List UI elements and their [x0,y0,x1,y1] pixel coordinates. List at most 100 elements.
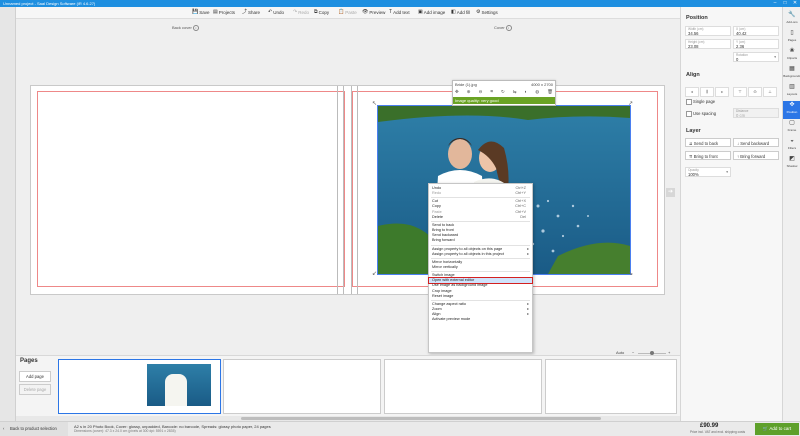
menu-item-label: Assign property to all objects in this p… [432,251,504,256]
redo-button[interactable]: ↷ Redo [293,9,309,16]
single-page-checkbox[interactable] [686,99,692,105]
spine-line [337,86,338,294]
menu-item-mirror-vertically[interactable]: Mirror vertically [429,265,532,270]
use-spacing-checkbox[interactable] [686,111,692,117]
toolbar-label: Add fill [456,10,471,15]
zoom-out-button[interactable]: − [632,350,634,355]
close-window-button[interactable]: ✕ [790,0,800,7]
menu-item-reset-image[interactable]: Reset image [429,294,532,299]
rail-item-add-ons[interactable]: 🔧 Add-ons [783,11,800,29]
menu-item-label: Delete [432,214,443,219]
bring-forward-button[interactable]: ↑ Bring forward [733,151,779,160]
maximize-button[interactable]: □ [780,0,790,7]
projects-button[interactable]: ▤ Projects [213,9,235,16]
add-to-cart-button[interactable]: 🛒 Add to cart [755,423,799,435]
settings-button[interactable]: ⚙ Settings [476,9,498,16]
menu-item-label: Mirror vertically [432,264,458,269]
rail-item-shadow[interactable]: ◩ Shadow [783,155,800,173]
save-button[interactable]: 💾 Save [192,9,210,16]
resize-handle-bottom-left[interactable]: ↙ [372,270,377,277]
delete-icon[interactable]: 🗑 [547,89,553,96]
distance-value: 0 cm [736,112,746,118]
page-thumbnail[interactable]: Page 5 | 6 [545,359,677,420]
zoom-in-icon[interactable]: ⊕ [467,89,471,96]
undo-button[interactable]: ↶ Undo [268,9,284,16]
menu-item-label: Redo [432,191,442,196]
rail-item-pages[interactable]: ▯ Pages [783,29,800,47]
rail-item-frame[interactable]: ▢ Frame [783,119,800,137]
zoom-in-button[interactable]: + [668,350,670,355]
add-page-button[interactable]: Add page [19,371,51,382]
rail-item-cliparts[interactable]: ❀ Cliparts [783,47,800,65]
add-image-button[interactable]: ▣ Add image [418,9,445,16]
image-tool-icons: ✥ ⊕ ⊖ ⌗ ↻ ⇋ ◐ ◍ 🗑 [455,89,553,96]
minimize-button[interactable]: – [770,0,780,7]
share-button[interactable]: ⤴ Share [242,9,260,16]
back-arrow-icon: ‹ [3,426,5,431]
height-field[interactable]: Height (cm) 23.08 [685,39,731,49]
chevron-down-icon[interactable]: ▾ [726,170,728,174]
align-right-button[interactable]: ⫸ [715,87,729,97]
align-left-button[interactable]: ⫷ [685,87,699,97]
scrollbar-thumb[interactable] [241,417,601,420]
next-spread-button[interactable]: ➔ [666,188,675,197]
menu-item-label: Reset image [432,293,454,298]
align-top-button[interactable]: ⊤ [733,87,747,97]
resize-handle-top-left[interactable]: ↖ [372,100,377,107]
menu-item-delete[interactable]: Delete Del [429,215,532,220]
preview-button[interactable]: 👁 Preview [362,9,385,16]
add-fill-button[interactable]: ◧ Add fill [451,9,470,16]
page-thumbnail[interactable]: Back cover | Cover [58,359,221,420]
align-bottom-button[interactable]: ⊥ [763,87,777,97]
chevron-down-icon[interactable]: ▾ [774,55,776,59]
rail-item-filters[interactable]: ◒ Filters [783,137,800,155]
crop-icon[interactable]: ⌗ [490,89,493,96]
menu-item-redo[interactable]: Redo Ctrl+Y [429,191,532,196]
flip-icon[interactable]: ⇋ [513,89,517,96]
add-text-icon: T [389,9,393,15]
add-text-button[interactable]: T Add text [389,9,410,16]
rotation-field[interactable]: Rotation 0 ▾ [733,52,779,62]
send-backward-button[interactable]: ↓ Send backward [733,138,779,147]
menu-item-bring-forward[interactable]: Bring forward [429,238,532,243]
menu-item-activate-preview-mode[interactable]: Activate preview mode [429,317,532,322]
menu-item-assign-property-to-all-objects-in-this-project[interactable]: Assign property to all objects in this p… [429,252,532,257]
y-coordinate-field[interactable]: Y (cm) 2.36 [733,39,779,49]
rail-item-backgrounds[interactable]: ▦ Backgrounds [783,65,800,83]
page-thumbnail[interactable]: Page 1 | 2 [223,359,381,420]
page-thumbnail[interactable]: Page 3 | 4 [384,359,542,420]
resize-handle-bottom-right[interactable]: ↘ [628,270,633,277]
x-coordinate-field[interactable]: X (cm) 40.42 [733,26,779,36]
toolbar-label: Copy [318,10,330,15]
resize-handle-top-right[interactable]: ↗ [628,100,633,107]
mask-icon[interactable]: ◐ [525,89,528,96]
main-toolbar: 💾 Save ▤ Projects ⤴ Share ↶ Undo ↷ Redo ⧉ Copy 📋 Past… [15,7,680,19]
tool-rail: 🔧 Add-ons ▯ Pages ❀ Cliparts ▦ Backgrounds ▥ Layo… [782,7,800,421]
filter-icon[interactable]: ◍ [535,89,539,96]
rotation-value: 0 [736,56,739,62]
y-value: 2.36 [736,43,745,49]
rail-item-position[interactable]: ✥ Position [783,101,800,119]
info-icon[interactable]: i [192,25,199,31]
toolbar-label: Add image [423,10,446,15]
move-icon[interactable]: ✥ [455,89,459,96]
paste-button[interactable]: 📋 Paste [338,9,357,16]
width-field[interactable]: Width (cm) 34.56 [685,26,731,36]
layer-heading: Layer [686,128,701,134]
align-middle-button[interactable]: ⊝ [748,87,762,97]
info-icon[interactable]: i [505,25,512,31]
rail-item-layouts[interactable]: ▥ Layouts [783,83,800,101]
opacity-field[interactable]: Opacity 100% ▾ [685,167,731,177]
rotate-icon[interactable]: ↻ [501,89,505,96]
bring-to-front-button[interactable]: ⇈ Bring to front [685,151,731,160]
delete-page-button[interactable]: Delete page [19,384,51,395]
send-to-back-button[interactable]: ⇊ Send to back [685,138,731,147]
toolbar-label: Projects [218,10,235,15]
add-fill-icon: ◧ [451,9,456,15]
copy-button[interactable]: ⧉ Copy [314,9,329,16]
zoom-out-icon[interactable]: ⊖ [479,89,483,96]
back-to-product-button[interactable]: ‹ Back to product selection [0,422,68,436]
toolbar-label: Save [199,10,210,15]
pages-icon: ▯ [790,30,794,36]
align-center-button[interactable]: ⫼ [700,87,714,97]
